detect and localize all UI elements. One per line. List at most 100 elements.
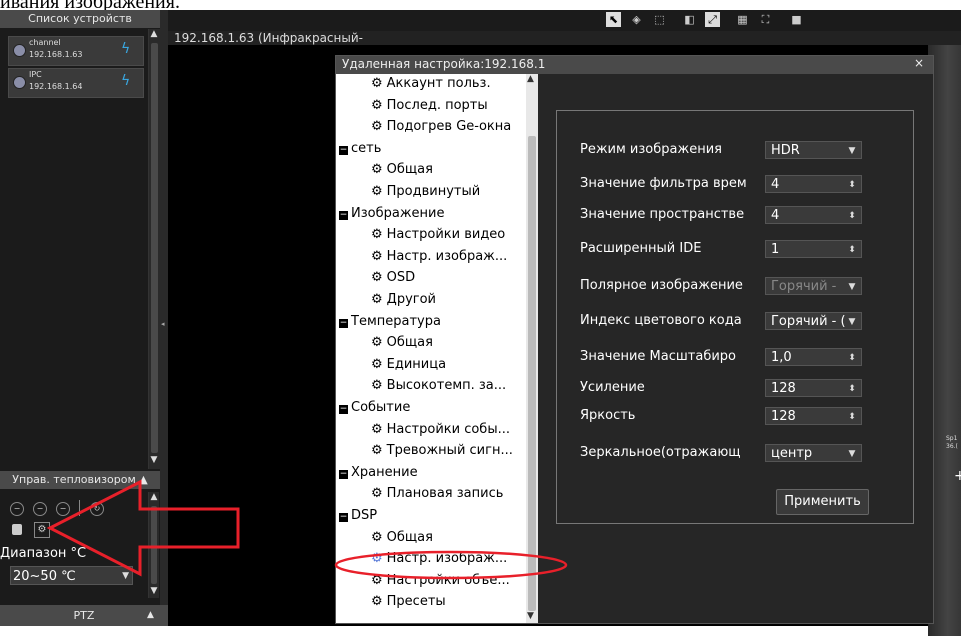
connect-icon[interactable]: ϟ <box>121 41 130 57</box>
tree-item[interactable]: ⚙ Послед. порты <box>371 98 488 113</box>
zoom-out-icon[interactable]: − <box>10 502 24 516</box>
tree-item[interactable]: ⚙ Пресеты <box>371 594 446 609</box>
tree-item[interactable]: ⚙ Настройки собы... <box>371 422 510 437</box>
collapse-icon[interactable]: − <box>339 405 348 414</box>
tree-label: Настройки объе... <box>386 573 510 588</box>
tree-item[interactable]: ⚙ Настр. изображ... <box>371 249 507 264</box>
tree-item[interactable]: ⚙ Общая <box>371 162 433 177</box>
device-item-channel[interactable]: channel 192.168.1.63 ϟ <box>8 36 144 66</box>
setting-select[interactable]: Горячий - (▼ <box>765 312 862 330</box>
sidebar-splitter[interactable]: ◂ <box>160 10 168 626</box>
setting-select[interactable]: HDR ▼ <box>765 141 862 159</box>
ptz-header[interactable]: PTZ ▲ <box>0 605 168 626</box>
tree-group[interactable]: − DSP <box>339 508 377 523</box>
tree-group[interactable]: − Событие <box>339 400 410 415</box>
device-list-scrollbar[interactable]: ▲ ▼ <box>148 29 160 469</box>
tree-label: Настройки собы... <box>386 422 510 437</box>
tree-item[interactable]: ⚙ Плановая запись <box>371 486 503 501</box>
device-name: IPC <box>29 70 42 79</box>
spin-arrows-icon[interactable]: ⬍ <box>845 207 859 223</box>
snapshot-icon[interactable]: ◧ <box>682 12 697 27</box>
tree-item[interactable]: ⚙ OSD <box>371 270 415 285</box>
setting-select[interactable]: центр ▼ <box>765 444 862 462</box>
collapse-icon[interactable]: − <box>339 211 348 220</box>
thermal-control-header[interactable]: Управ. тепловизором ▲ <box>0 471 160 489</box>
resize-icon[interactable]: ⤢ <box>705 12 720 27</box>
scroll-up-icon[interactable]: ▲ <box>149 492 159 502</box>
target-icon[interactable]: ◈ <box>629 12 644 27</box>
grid-icon[interactable]: ▦ <box>735 12 750 27</box>
tree-item[interactable]: ⚙ Общая <box>371 530 433 545</box>
close-icon[interactable]: × <box>914 56 924 70</box>
collapse-icon[interactable]: − <box>339 470 348 479</box>
tree-label: Настр. изображ... <box>386 249 508 264</box>
apply-button[interactable]: Применить <box>776 489 869 515</box>
tree-item[interactable]: ⚙ Настройки видео <box>371 227 505 242</box>
fullscreen-icon[interactable]: ⛶ <box>758 12 773 27</box>
setting-select[interactable]: Горячий - ▼ <box>765 277 862 295</box>
tree-group[interactable]: − сеть <box>339 141 381 156</box>
collapse-icon[interactable]: − <box>339 319 348 328</box>
device-item-ipc[interactable]: IPC 192.168.1.64 ϟ <box>8 68 144 98</box>
scroll-thumb[interactable] <box>151 43 158 453</box>
tree-item[interactable]: ⚙ Единица <box>371 357 446 372</box>
spin-arrows-icon[interactable]: ⬍ <box>845 241 859 257</box>
tree-item[interactable]: ⚙ Продвинутый <box>371 184 480 199</box>
setting-label: Значение Масштабиро <box>580 349 736 364</box>
collapse-icon[interactable]: − <box>339 513 348 522</box>
chevron-down-icon[interactable]: ▼ <box>845 313 859 329</box>
spin-arrows-icon[interactable]: ⬍ <box>845 176 859 192</box>
setting-spinbox[interactable]: 1 ⬍ <box>765 240 862 258</box>
tree-label: Подогрев Ge-окна <box>386 119 512 134</box>
scroll-down-icon[interactable]: ▼ <box>149 586 159 596</box>
collapse-icon[interactable]: − <box>339 146 348 155</box>
range-value: 20~50 ℃ <box>13 569 76 584</box>
tree-item[interactable]: ⚙ Аккаунт польз. <box>371 76 491 91</box>
dialog-titlebar[interactable]: Удаленная настройка:192.168.1 × <box>336 56 933 74</box>
setting-spinbox[interactable]: 4 ⬍ <box>765 175 862 193</box>
scroll-down-icon[interactable]: ▼ <box>149 455 159 465</box>
tree-group[interactable]: − Изображение <box>339 206 444 221</box>
spin-arrows-icon[interactable]: ⬍ <box>845 380 859 396</box>
setting-spinbox[interactable]: 128 ⬍ <box>765 407 862 425</box>
scroll-down-icon[interactable]: ▼ <box>527 611 534 621</box>
temperature-range-select[interactable]: 20~50 ℃ ▼ <box>10 566 133 585</box>
pointer-icon[interactable]: ⬉ <box>606 12 621 27</box>
chevron-down-icon[interactable]: ▼ <box>845 278 859 294</box>
gear-icon[interactable]: ⚙ <box>34 522 50 538</box>
chevron-down-icon[interactable]: ▼ <box>845 142 859 158</box>
scroll-up-icon[interactable]: ▲ <box>527 74 534 84</box>
tree-item[interactable]: ⚙ Общая <box>371 335 433 350</box>
video-channel-tab[interactable]: 192.168.1.63 (Инфракрасный- <box>168 31 961 45</box>
collapse-icon[interactable]: ◂ <box>161 320 165 328</box>
setting-spinbox[interactable]: 1,0 ⬍ <box>765 348 862 366</box>
scroll-up-icon[interactable]: ▲ <box>149 29 159 39</box>
tree-item[interactable]: ⚙ Тревожный сигн... <box>371 443 513 458</box>
scroll-thumb[interactable] <box>528 136 536 611</box>
select-area-icon[interactable]: ⬚ <box>652 12 667 27</box>
spin-arrows-icon[interactable]: ⬍ <box>845 408 859 424</box>
setting-value: 128 <box>771 381 796 396</box>
tree-group[interactable]: − Хранение <box>339 465 418 480</box>
tree-item[interactable]: ⚙ Другой <box>371 292 436 307</box>
chevron-down-icon[interactable]: ▼ <box>845 445 859 461</box>
zoom-reset-icon[interactable]: − <box>33 502 47 516</box>
setting-label: Полярное изображение <box>580 278 743 293</box>
setting-spinbox[interactable]: 128 ⬍ <box>765 379 862 397</box>
tree-scrollbar[interactable]: ▲ ▼ <box>526 74 538 623</box>
shield-icon[interactable] <box>12 524 22 535</box>
rotate-icon[interactable]: ↻ <box>90 502 104 516</box>
single-view-icon[interactable]: ■ <box>789 12 804 27</box>
tree-item[interactable]: ⚙ Настройки объе... <box>371 573 510 588</box>
tree-group[interactable]: − Температура <box>339 314 441 329</box>
connect-icon[interactable]: ϟ <box>121 73 130 89</box>
setting-spinbox[interactable]: 4 ⬍ <box>765 206 862 224</box>
scroll-thumb[interactable] <box>151 506 157 584</box>
tree-item[interactable]: ⚙ Подогрев Ge-окна <box>371 119 511 134</box>
zoom-in-icon[interactable]: − <box>56 502 70 516</box>
thermal-scrollbar[interactable]: ▲ ▼ <box>148 492 159 598</box>
tree-item[interactable]: ⚙ Высокотемп. за... <box>371 378 506 393</box>
setting-label: Зеркальное(отражающ <box>580 445 741 460</box>
tree-item-selected[interactable]: ⚙ Настр. изображ... <box>371 551 507 566</box>
spin-arrows-icon[interactable]: ⬍ <box>845 349 859 365</box>
